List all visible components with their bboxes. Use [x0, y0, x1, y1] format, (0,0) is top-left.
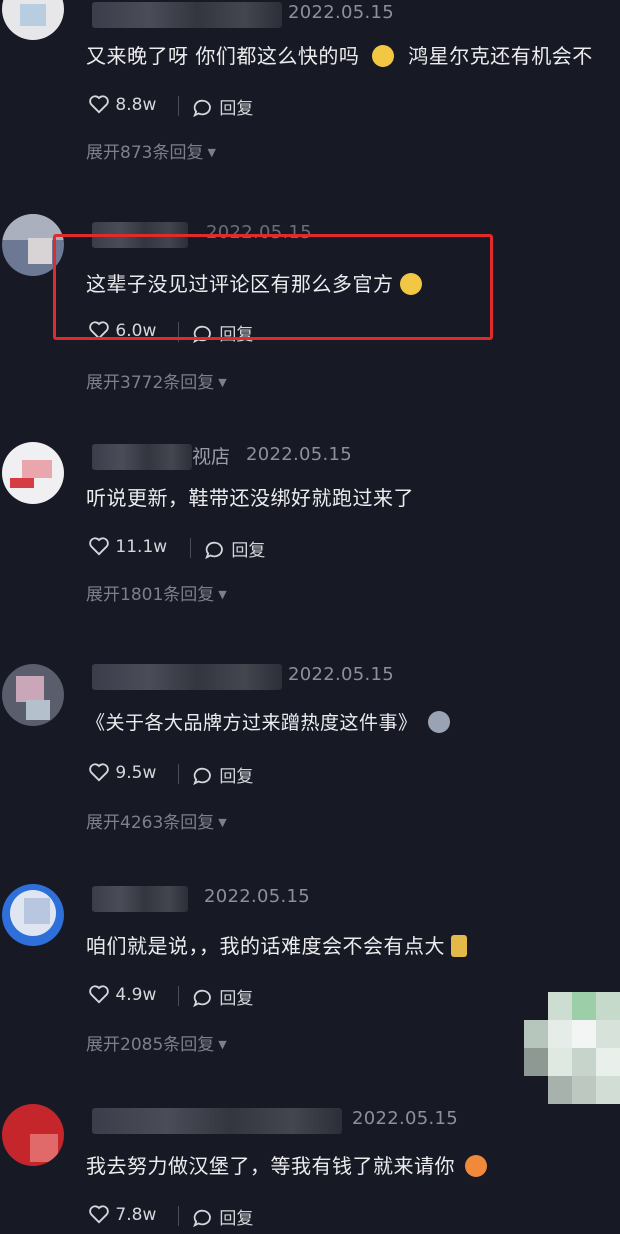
username-blurred[interactable]	[92, 1108, 342, 1134]
expand-replies[interactable]: 展开4263条回复 ▼	[86, 808, 227, 833]
comment-text-main: 《关于各大品牌方过来蹭热度这件事》	[86, 712, 418, 734]
chevron-down-icon: ▼	[218, 1038, 227, 1051]
reply-button[interactable]: 回复	[204, 536, 265, 561]
comment-text-main: 听说更新，鞋带还没绑好就跑过来了	[86, 486, 414, 510]
divider	[178, 764, 179, 784]
comment-text-main: 咱们就是说，，我的话难度会不会有点大	[86, 934, 445, 958]
pixelated-image	[524, 992, 620, 1104]
heart-icon	[89, 95, 109, 114]
chat-bubble-icon	[193, 1209, 211, 1228]
comment-text: 《关于各大品牌方过来蹭热度这件事》	[86, 708, 450, 735]
reply-button[interactable]: 回复	[192, 984, 253, 1009]
expand-replies[interactable]: 展开1801条回复 ▼	[86, 580, 227, 605]
avatar[interactable]	[2, 0, 64, 40]
heart-icon	[89, 763, 109, 782]
chat-bubble-icon	[193, 767, 211, 786]
chevron-down-icon: ▼	[207, 146, 216, 159]
comment-text-main: 我去努力做汉堡了，等我有钱了就来请你	[86, 1154, 455, 1178]
chevron-down-icon: ▼	[218, 376, 227, 389]
heart-icon	[89, 537, 109, 556]
username-blurred[interactable]	[92, 664, 282, 690]
comment-text-main: 又来晚了呀 你们都这么快的吗	[86, 44, 360, 68]
reply-label: 回复	[219, 99, 254, 119]
reply-button[interactable]: 回复	[192, 94, 253, 119]
comment-text-tail: 鸿星尔克还有机会不	[408, 44, 593, 68]
like-count: 9.5w	[115, 763, 157, 783]
heart-icon	[89, 985, 109, 1004]
highlight-box	[53, 234, 493, 340]
chevron-down-icon: ▼	[218, 588, 227, 601]
chevron-down-icon: ▼	[218, 816, 227, 829]
username-blurred[interactable]	[92, 2, 282, 28]
reply-button[interactable]: 回复	[192, 762, 253, 787]
expand-replies-label: 展开1801条回复	[86, 585, 215, 605]
chat-bubble-icon	[193, 99, 211, 118]
comment-text: 听说更新，鞋带还没绑好就跑过来了	[86, 482, 414, 511]
like-count: 8.8w	[115, 95, 157, 115]
comment-text: 我去努力做汉堡了，等我有钱了就来请你	[86, 1150, 487, 1179]
expand-replies-label: 展开873条回复	[86, 143, 204, 163]
like-button[interactable]: 9.5w	[88, 762, 156, 783]
divider	[178, 986, 179, 1006]
comment-date: 2022.05.15	[288, 664, 395, 685]
reply-label: 回复	[231, 541, 266, 561]
husky-emoji	[427, 711, 450, 733]
like-button[interactable]: 7.8w	[88, 1204, 156, 1225]
comment-text: 咱们就是说，，我的话难度会不会有点大	[86, 930, 467, 959]
avatar[interactable]	[2, 884, 64, 946]
like-button[interactable]: 4.9w	[88, 984, 156, 1005]
avatar[interactable]	[2, 664, 64, 726]
like-count: 11.1w	[115, 537, 168, 557]
comment-text: 又来晚了呀 你们都这么快的吗 鸿星尔克还有机会不	[86, 40, 593, 69]
reply-label: 回复	[219, 767, 254, 787]
expand-replies[interactable]: 展开2085条回复 ▼	[86, 1030, 227, 1055]
expand-replies-label: 展开2085条回复	[86, 1035, 215, 1055]
expand-replies[interactable]: 展开873条回复 ▼	[86, 138, 216, 163]
heart-eyes-emoji	[465, 1155, 487, 1177]
like-button[interactable]: 11.1w	[88, 536, 167, 557]
reply-button[interactable]: 回复	[192, 1204, 253, 1229]
avatar[interactable]	[2, 442, 64, 504]
expand-replies-label: 展开3772条回复	[86, 373, 215, 393]
comment-date: 2022.05.15	[204, 886, 311, 907]
username-blurred[interactable]	[92, 886, 188, 912]
divider	[190, 538, 191, 558]
reply-label: 回复	[219, 989, 254, 1009]
chat-bubble-icon	[205, 541, 223, 560]
divider	[178, 96, 179, 116]
face-emoji	[372, 45, 395, 67]
divider	[178, 1206, 179, 1226]
heart-icon	[89, 1205, 109, 1224]
like-count: 7.8w	[115, 1205, 157, 1225]
expand-replies-label: 展开4263条回复	[86, 813, 215, 833]
username-suffix: 视店	[192, 446, 231, 468]
expand-replies[interactable]: 展开3772条回复 ▼	[86, 368, 227, 393]
comment-date: 2022.05.15	[288, 2, 395, 23]
username-blurred[interactable]	[92, 444, 192, 470]
box-emoji	[451, 935, 467, 957]
comment-date: 2022.05.15	[352, 1108, 459, 1129]
avatar[interactable]	[2, 1104, 64, 1166]
reply-label: 回复	[219, 1209, 254, 1229]
comment-date: 2022.05.15	[246, 444, 353, 465]
chat-bubble-icon	[193, 989, 211, 1008]
like-count: 4.9w	[115, 985, 157, 1005]
like-button[interactable]: 8.8w	[88, 94, 156, 115]
